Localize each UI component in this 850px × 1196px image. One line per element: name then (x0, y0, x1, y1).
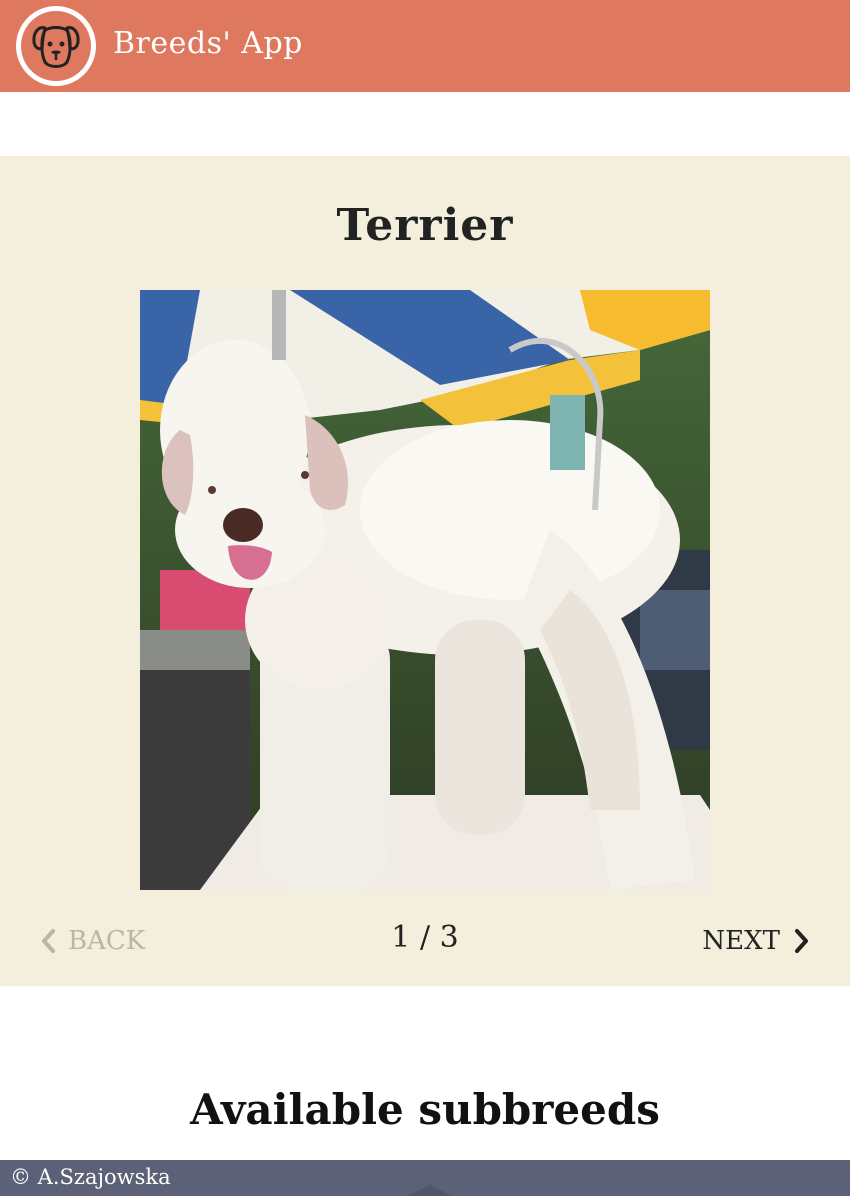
app-logo[interactable] (16, 6, 96, 86)
chevron-right-icon (795, 929, 808, 953)
counter-total: 3 (439, 920, 459, 955)
subbreeds-title: Available subbreeds (190, 1085, 660, 1134)
next-button[interactable]: NEXT (702, 924, 810, 958)
breed-title: Terrier (336, 200, 514, 251)
copyright-text: © A.Szajowska (10, 1165, 171, 1189)
counter-separator: / (419, 920, 431, 955)
breed-gallery: Terrier BACK 1 / 3 NEXT (0, 156, 850, 986)
dog-face-icon (32, 26, 80, 68)
app-header: Breeds' App (0, 0, 850, 92)
dog-photo (140, 290, 710, 890)
scroll-notch (405, 1184, 455, 1196)
app-footer: © A.Szajowska (0, 1160, 850, 1196)
counter-current: 1 (391, 920, 411, 955)
app-title[interactable]: Breeds' App (113, 26, 303, 61)
next-label: NEXT (702, 926, 780, 956)
